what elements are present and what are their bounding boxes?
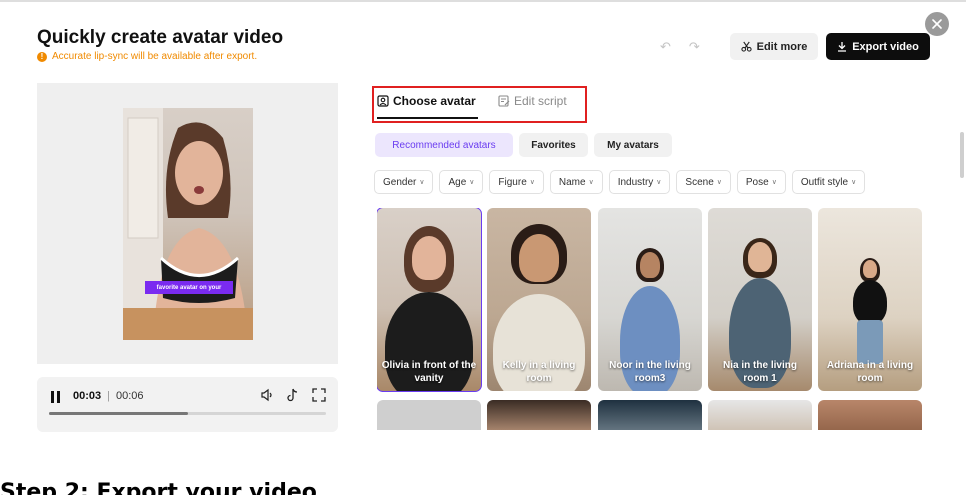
filter-my-avatars[interactable]: My avatars [594, 133, 672, 157]
filter-dropdowns: Gender ∨ Age ∨ Figure ∨ Name ∨ Industry ∨ Sce… [374, 170, 866, 194]
chevron-down-icon: ∨ [419, 179, 425, 186]
avatar-face [412, 236, 446, 280]
page: Quickly create avatar video ! Accurate l… [0, 0, 966, 495]
avatar-card[interactable]: Nia in the living room 1 [708, 208, 812, 391]
dropdown-label: Pose [745, 176, 769, 188]
avatar-card[interactable] [377, 400, 481, 430]
export-label: Export video [852, 40, 919, 53]
avatar-name: Adriana in a living room [826, 360, 914, 384]
avatar-face [748, 242, 772, 272]
modal-title: Quickly create avatar video [37, 27, 284, 48]
chevron-down-icon: ∨ [656, 179, 662, 186]
avatar-name: Noor in the living room3 [609, 360, 691, 384]
edit-more-button[interactable]: Edit more [730, 33, 818, 60]
progress-fill [49, 412, 188, 415]
time-separator: | [107, 390, 110, 402]
avatar-card[interactable]: Kelly in a living room [487, 208, 591, 391]
avatar-face [519, 234, 559, 282]
scissors-icon [740, 41, 752, 52]
filter-recommended-avatars[interactable]: Recommended avatars [375, 133, 513, 157]
script-icon [498, 95, 510, 107]
dropdown-label: Industry [617, 176, 654, 188]
avatar-face [863, 260, 877, 278]
dropdown-gender[interactable]: Gender ∨ [374, 170, 434, 194]
warning-icon: ! [37, 51, 47, 62]
avatar-card[interactable]: Noor in the living room3 [598, 208, 702, 391]
avatar-face [640, 252, 660, 278]
video-preview-area: favorite avatar on your [37, 83, 338, 364]
dropdown-label: Age [448, 176, 467, 188]
duration: 00:06 [116, 390, 144, 402]
step-heading: Step 2: Export your video [0, 480, 317, 495]
dropdown-label: Figure [498, 176, 527, 188]
tab-label: Choose avatar [393, 94, 476, 108]
chevron-down-icon: ∨ [771, 179, 777, 186]
dropdown-label: Outfit style [800, 176, 849, 188]
warning-text: Accurate lip-sync will be available afte… [52, 51, 258, 62]
tab-label: Edit script [514, 94, 567, 108]
dropdown-pose[interactable]: Pose ∨ [736, 170, 786, 194]
volume-icon[interactable] [260, 388, 274, 402]
close-icon [932, 19, 942, 29]
progress-bar[interactable] [49, 412, 326, 415]
dropdown-label: Gender [383, 176, 417, 188]
avatar-card[interactable] [487, 400, 591, 430]
tiktok-icon[interactable] [286, 388, 300, 402]
avatar-name: Kelly in a living room [502, 360, 576, 384]
avatar-card[interactable] [708, 400, 812, 430]
export-video-button[interactable]: Export video [826, 33, 930, 60]
chevron-down-icon: ∨ [588, 179, 594, 186]
undo-icon[interactable]: ↶ [660, 39, 671, 55]
avatar-video-modal: Quickly create avatar video ! Accurate l… [0, 0, 966, 448]
preview-caption: favorite avatar on your [145, 281, 233, 294]
close-button[interactable] [925, 12, 949, 36]
dropdown-industry[interactable]: Industry ∨ [608, 170, 671, 194]
avatar-icon [377, 95, 389, 107]
dropdown-outfit-style[interactable]: Outfit style ∨ [791, 170, 866, 194]
avatar-card[interactable]: Olivia in front of the vanity [377, 208, 482, 392]
filter-favorites[interactable]: Favorites [519, 133, 588, 157]
download-icon [838, 42, 847, 52]
scrollbar[interactable] [960, 132, 964, 178]
current-time: 00:03 [73, 390, 102, 402]
lip-sync-warning: ! Accurate lip-sync will be available af… [37, 51, 257, 62]
chevron-down-icon: ∨ [851, 179, 857, 186]
avatar-preview-video[interactable]: favorite avatar on your [123, 108, 253, 340]
avatar-card[interactable] [598, 400, 702, 430]
dropdown-label: Scene [685, 176, 714, 188]
tabs-highlight: Choose avatar Edit script [372, 86, 587, 123]
avatar-preview-image [123, 108, 253, 340]
redo-icon[interactable]: ↷ [689, 39, 700, 55]
player-icon-group [260, 388, 326, 402]
active-tab-underline [377, 117, 478, 119]
avatar-body [853, 280, 887, 324]
avatar-grid: Olivia in front of the vanity Kelly in a… [377, 208, 923, 430]
chevron-down-icon: ∨ [716, 179, 722, 186]
avatar-name: Nia in the living room 1 [723, 360, 797, 384]
video-player-controls: 00:03 | 00:06 [37, 377, 338, 432]
chevron-down-icon: ∨ [529, 179, 535, 186]
avatar-legs [857, 320, 883, 364]
fullscreen-icon[interactable] [312, 388, 326, 402]
avatar-name: Olivia in front of the vanity [381, 360, 477, 384]
undo-redo-group: ↶ ↷ [660, 39, 700, 55]
edit-more-label: Edit more [756, 40, 808, 53]
avatar-card[interactable]: Adriana in a living room [818, 208, 922, 391]
dropdown-figure[interactable]: Figure ∨ [489, 170, 544, 194]
avatar-card[interactable] [818, 400, 922, 430]
dropdown-age[interactable]: Age ∨ [439, 170, 484, 194]
tab-edit-script[interactable]: Edit script [498, 94, 567, 108]
dropdown-scene[interactable]: Scene ∨ [676, 170, 731, 194]
time-display: 00:03 | 00:06 [73, 390, 144, 402]
dropdown-name[interactable]: Name ∨ [549, 170, 603, 194]
pause-icon[interactable] [51, 391, 63, 403]
tab-choose-avatar[interactable]: Choose avatar [377, 94, 476, 108]
dropdown-label: Name [558, 176, 586, 188]
chevron-down-icon: ∨ [469, 179, 475, 186]
